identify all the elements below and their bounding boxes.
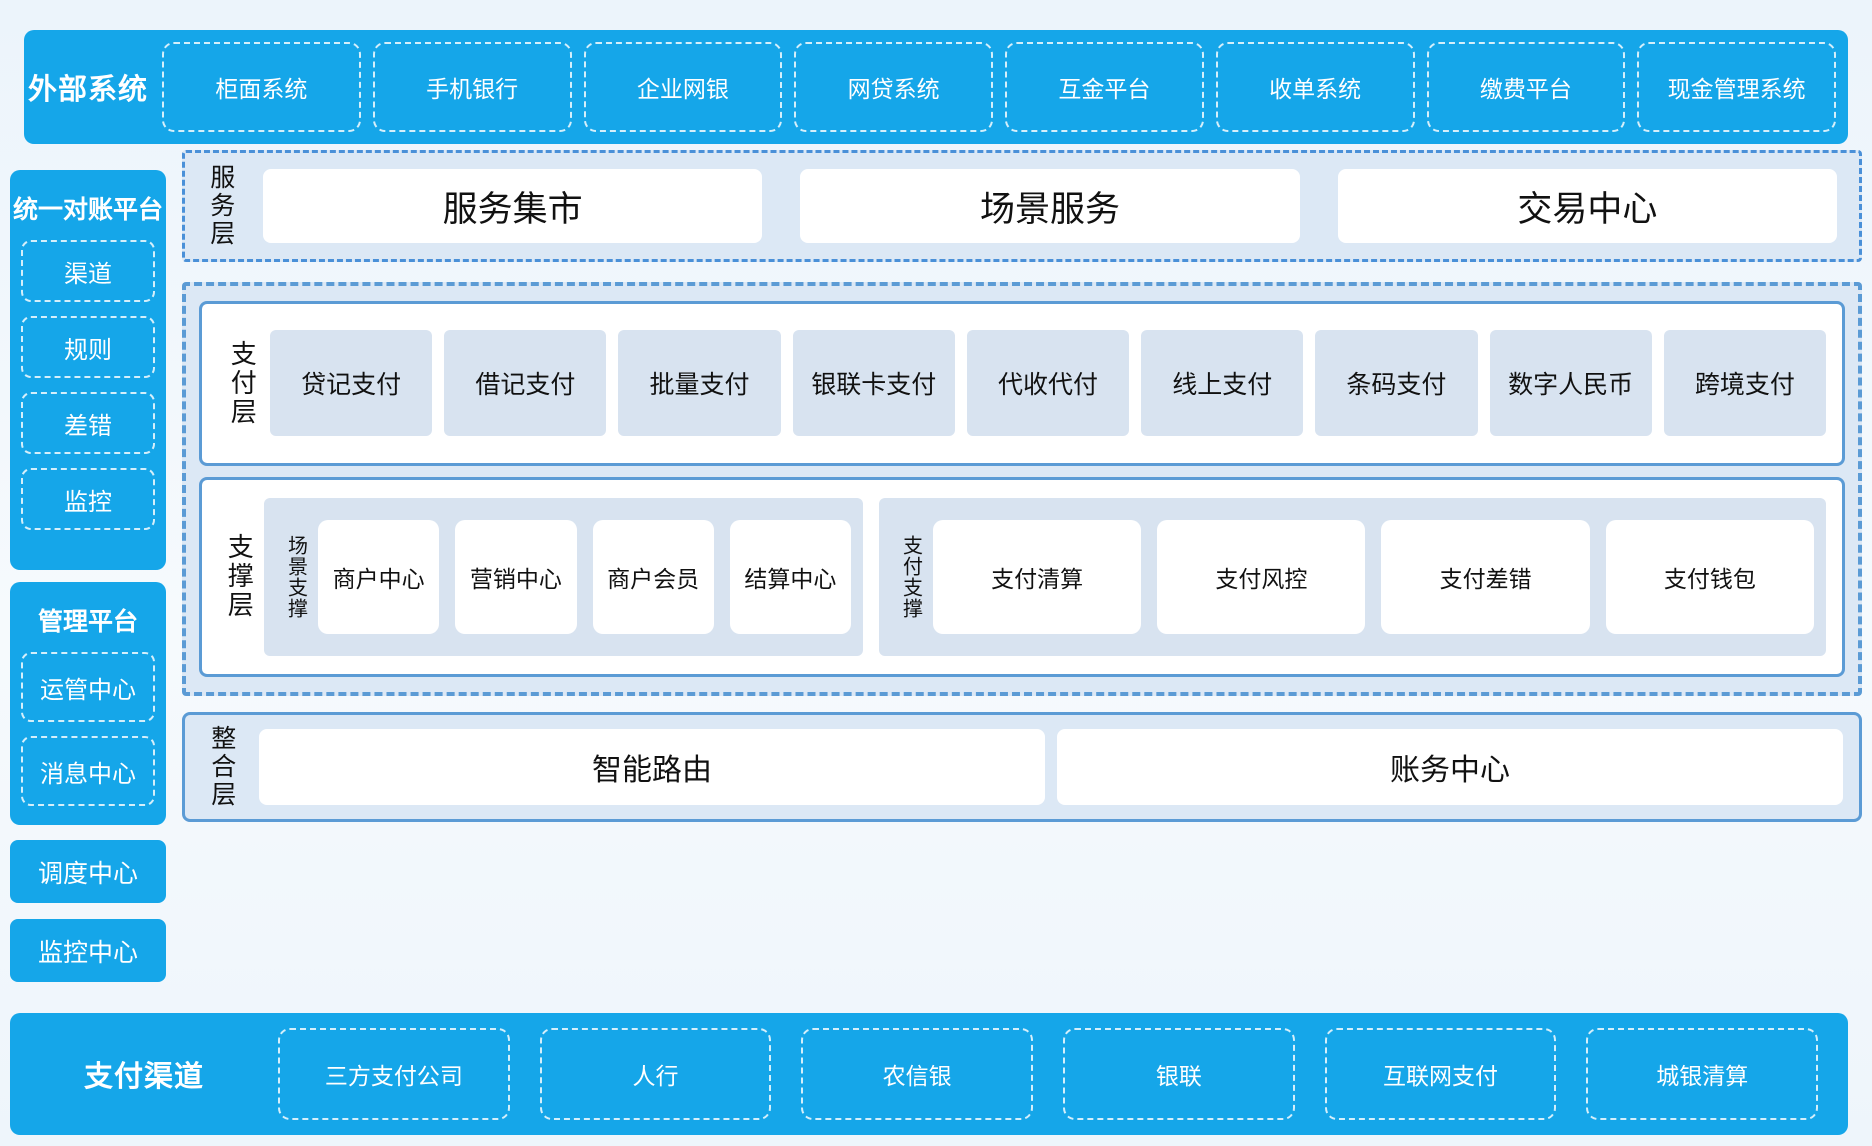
- payment-item: 条码支付: [1315, 330, 1477, 436]
- support-layer-section: 支撑层 场景支撑 商户中心营销中心商户会员结算中心 支付支撑 支付清算支付风控支…: [199, 477, 1845, 677]
- external-system-item: 企业网银: [584, 42, 783, 132]
- payment-layer-items: 贷记支付借记支付批量支付银联卡支付代收代付线上支付条码支付数字人民币跨境支付: [270, 330, 1826, 436]
- reconciliation-item: 监控: [21, 468, 155, 530]
- payment-layer-section: 支付层 贷记支付借记支付批量支付银联卡支付代收代付线上支付条码支付数字人民币跨境…: [199, 301, 1845, 466]
- pay-support-items: 支付清算支付风控支付差错支付钱包: [933, 520, 1814, 634]
- core-layers-wrapper: 支付层 贷记支付借记支付批量支付银联卡支付代收代付线上支付条码支付数字人民币跨境…: [182, 282, 1862, 696]
- external-system-item: 收单系统: [1216, 42, 1415, 132]
- management-item: 消息中心: [21, 736, 155, 806]
- pay-support-label: 支付支撑: [891, 535, 933, 619]
- reconciliation-platform-panel: 统一对账平台 渠道规则差错监控: [10, 170, 166, 570]
- payment-item: 借记支付: [444, 330, 606, 436]
- scene-support-item: 商户会员: [593, 520, 714, 634]
- payment-channel-item: 人行: [540, 1028, 772, 1120]
- integration-layer-items: 智能路由账务中心: [259, 729, 1843, 805]
- pay-support-group: 支付支撑 支付清算支付风控支付差错支付钱包: [879, 498, 1826, 656]
- payment-channels-bar: 支付渠道 三方支付公司人行农信银银联互联网支付城银清算: [10, 1013, 1848, 1135]
- external-system-item: 缴费平台: [1427, 42, 1626, 132]
- external-system-item: 现金管理系统: [1637, 42, 1836, 132]
- reconciliation-item: 规则: [21, 316, 155, 378]
- management-platform-items: 运管中心消息中心: [10, 638, 166, 806]
- integration-item: 账务中心: [1057, 729, 1843, 805]
- scene-support-item: 营销中心: [455, 520, 576, 634]
- integration-layer-label: 整合层: [185, 725, 259, 809]
- scene-support-item: 商户中心: [318, 520, 439, 634]
- payment-item: 数字人民币: [1490, 330, 1652, 436]
- reconciliation-item: 差错: [21, 392, 155, 454]
- payment-channel-item: 三方支付公司: [278, 1028, 510, 1120]
- pay-support-item: 支付差错: [1381, 520, 1589, 634]
- service-item: 服务集市: [263, 169, 762, 243]
- management-item: 运管中心: [21, 652, 155, 722]
- external-system-item: 柜面系统: [162, 42, 361, 132]
- reconciliation-platform-items: 渠道规则差错监控: [10, 226, 166, 530]
- payment-item: 批量支付: [618, 330, 780, 436]
- payment-channels-title: 支付渠道: [10, 1053, 278, 1095]
- service-layer-label: 服务层: [185, 164, 257, 248]
- management-platform-panel: 管理平台 运管中心消息中心: [10, 582, 166, 825]
- payment-item: 线上支付: [1141, 330, 1303, 436]
- service-layer-items: 服务集市场景服务交易中心: [263, 169, 1837, 243]
- integration-item: 智能路由: [259, 729, 1045, 805]
- payment-channel-item: 农信银: [801, 1028, 1033, 1120]
- payment-layer-label: 支付层: [212, 340, 270, 427]
- payment-item: 跨境支付: [1664, 330, 1826, 436]
- scene-support-item: 结算中心: [730, 520, 851, 634]
- sidebar-center-box: 监控中心: [10, 919, 166, 982]
- payment-item: 代收代付: [967, 330, 1129, 436]
- scene-support-group: 场景支撑 商户中心营销中心商户会员结算中心: [264, 498, 863, 656]
- sidebar-solo-boxes: 调度中心监控中心: [10, 840, 166, 982]
- payment-channels-items: 三方支付公司人行农信银银联互联网支付城银清算: [278, 1028, 1818, 1120]
- external-systems-items: 柜面系统手机银行企业网银网贷系统互金平台收单系统缴费平台现金管理系统: [162, 42, 1836, 132]
- scene-support-label: 场景支撑: [276, 535, 318, 619]
- scene-support-items: 商户中心营销中心商户会员结算中心: [318, 520, 851, 634]
- service-layer-section: 服务层 服务集市场景服务交易中心: [182, 150, 1862, 262]
- support-layer-groups: 场景支撑 商户中心营销中心商户会员结算中心 支付支撑 支付清算支付风控支付差错支…: [264, 498, 1826, 656]
- payment-item: 贷记支付: [270, 330, 432, 436]
- external-system-item: 手机银行: [373, 42, 572, 132]
- pay-support-item: 支付清算: [933, 520, 1141, 634]
- payment-channel-item: 互联网支付: [1325, 1028, 1557, 1120]
- pay-support-item: 支付风控: [1157, 520, 1365, 634]
- external-systems-bar: 外部系统 柜面系统手机银行企业网银网贷系统互金平台收单系统缴费平台现金管理系统: [24, 30, 1848, 144]
- management-platform-title: 管理平台: [10, 602, 166, 638]
- integration-layer-section: 整合层 智能路由账务中心: [182, 712, 1862, 822]
- support-layer-label: 支撑层: [212, 533, 264, 620]
- service-item: 交易中心: [1338, 169, 1837, 243]
- payment-channel-item: 城银清算: [1586, 1028, 1818, 1120]
- payment-item: 银联卡支付: [793, 330, 955, 436]
- pay-support-item: 支付钱包: [1606, 520, 1814, 634]
- reconciliation-platform-title: 统一对账平台: [10, 190, 166, 226]
- sidebar-center-box: 调度中心: [10, 840, 166, 903]
- external-systems-title: 外部系统: [24, 66, 152, 108]
- external-system-item: 互金平台: [1005, 42, 1204, 132]
- payment-channel-item: 银联: [1063, 1028, 1295, 1120]
- reconciliation-item: 渠道: [21, 240, 155, 302]
- external-system-item: 网贷系统: [794, 42, 993, 132]
- service-item: 场景服务: [800, 169, 1299, 243]
